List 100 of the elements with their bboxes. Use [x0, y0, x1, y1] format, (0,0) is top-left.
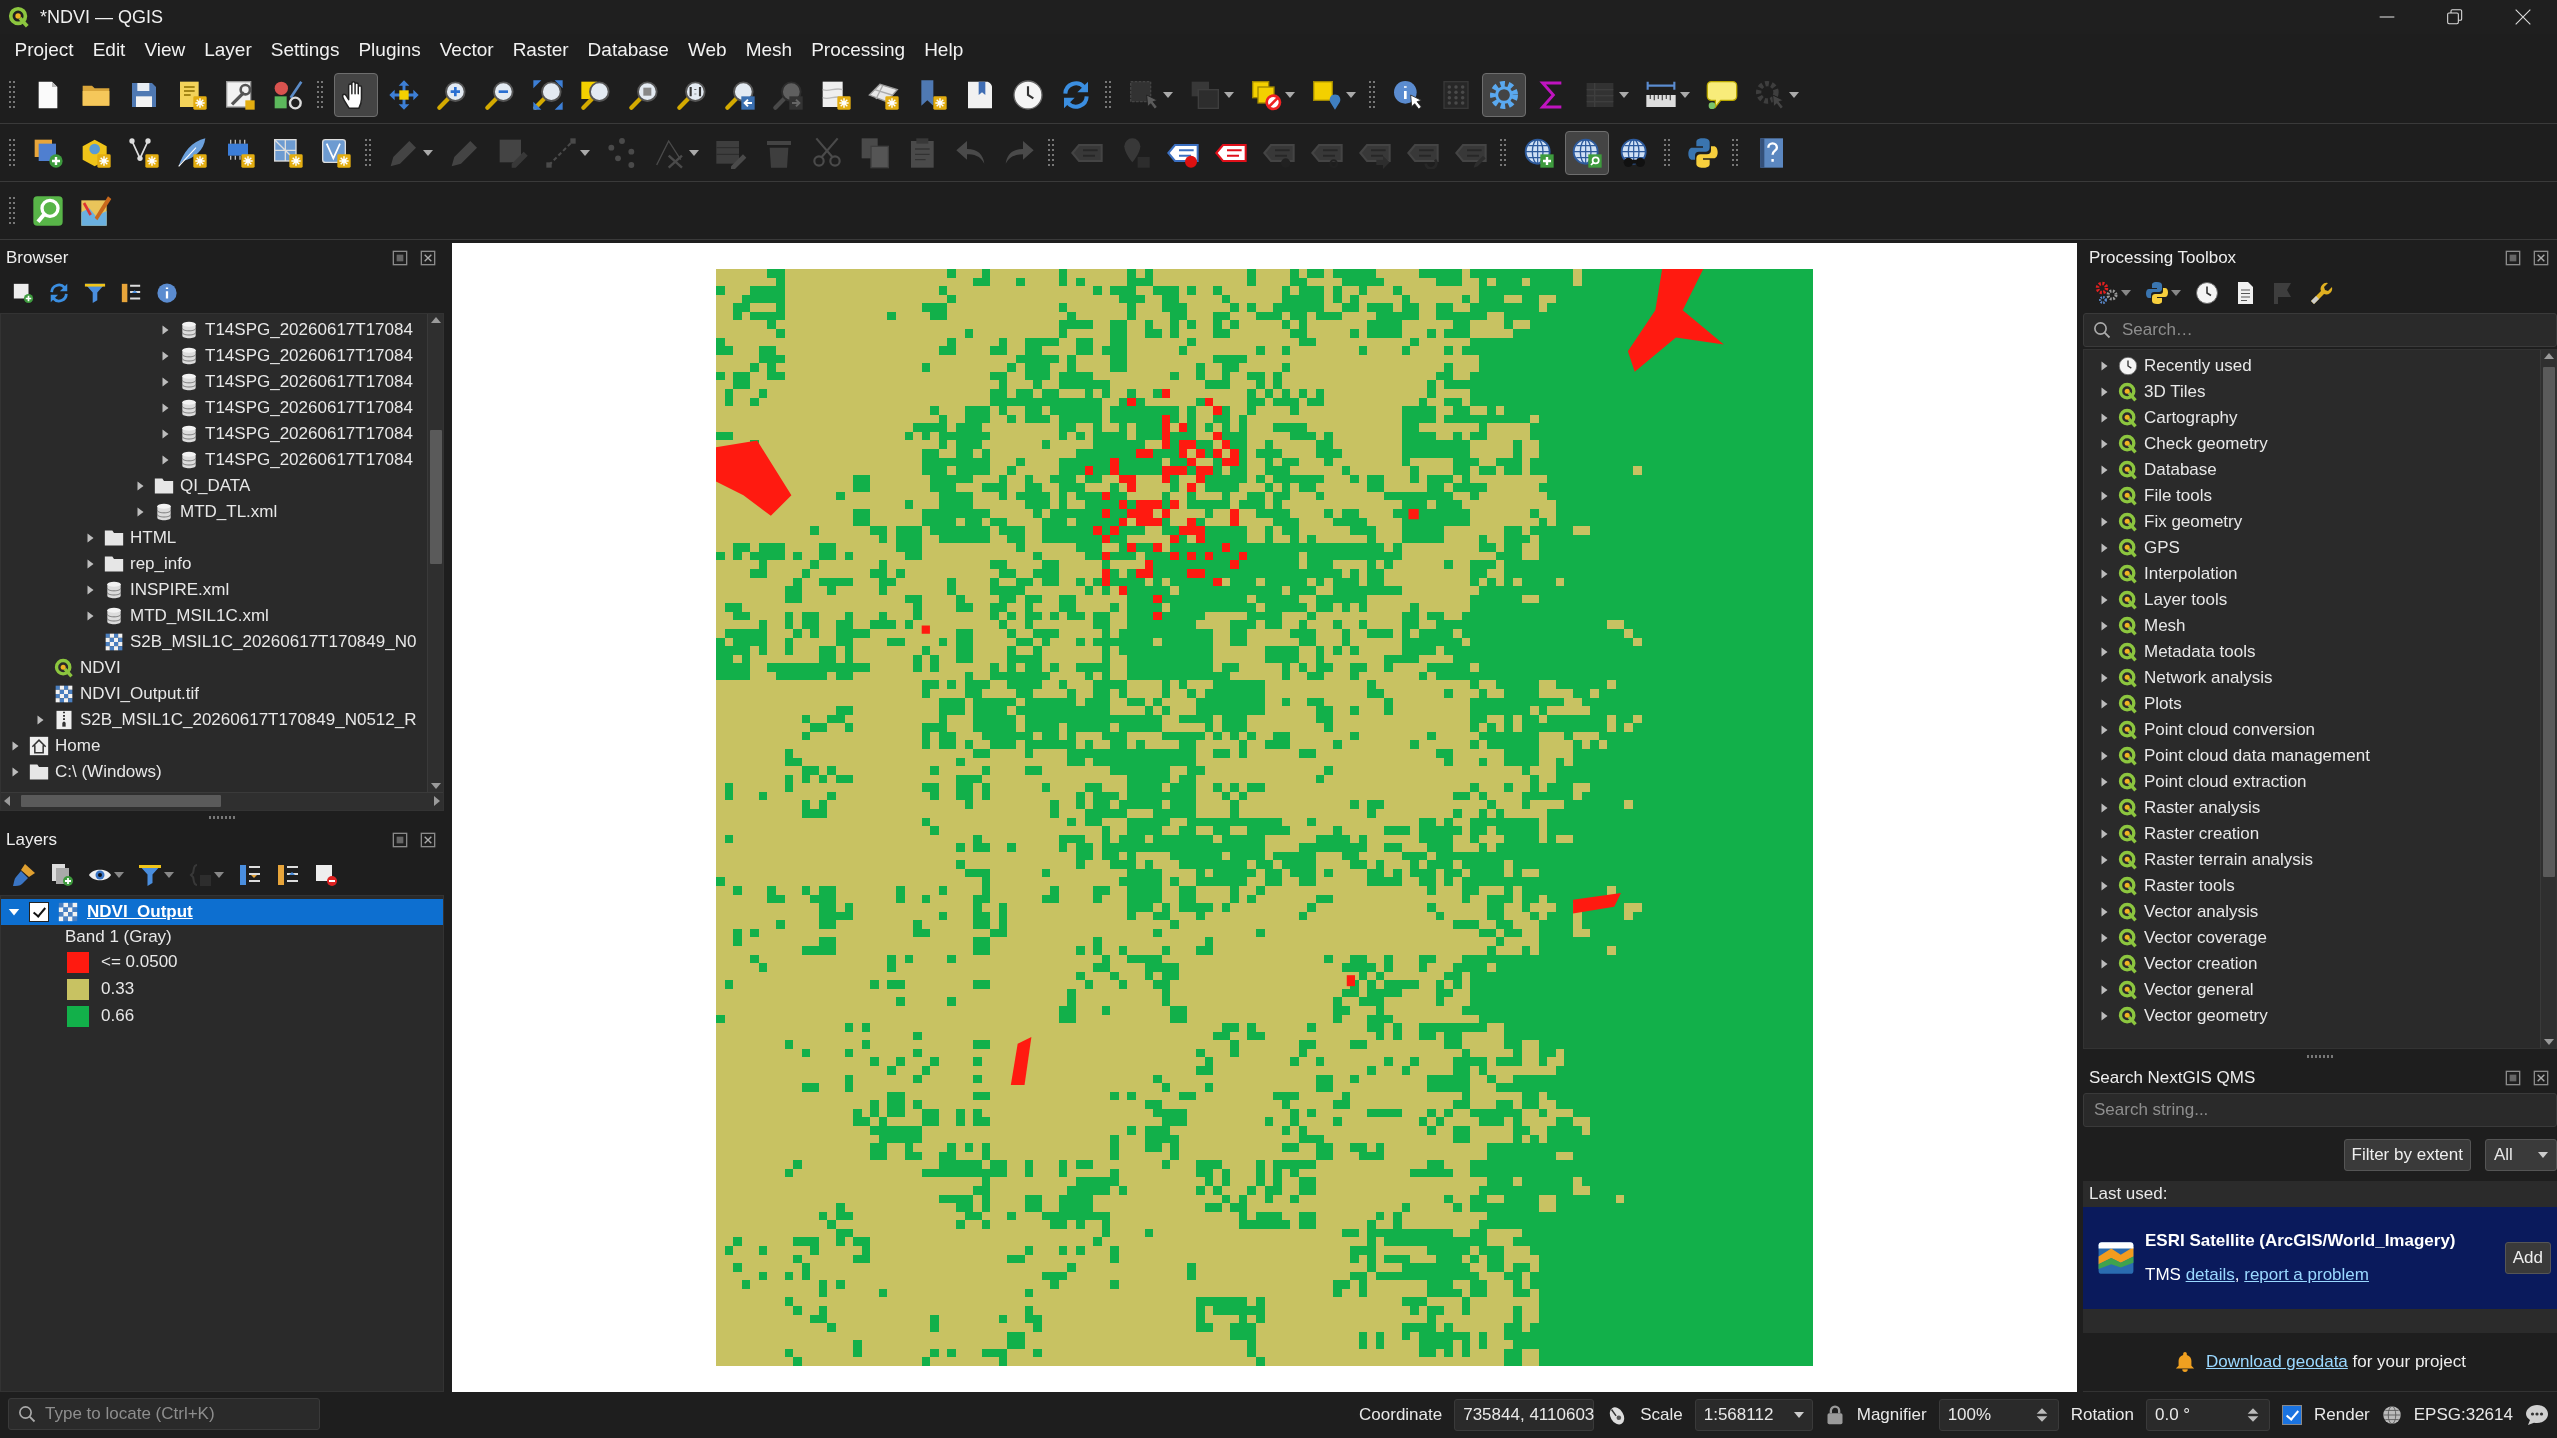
toolbox-item[interactable]: Vector creation — [2144, 954, 2258, 974]
expand-arrow-icon[interactable] — [2098, 984, 2110, 996]
expand-arrow-icon[interactable] — [2098, 1010, 2110, 1022]
toolbox-item[interactable]: Point cloud conversion — [2144, 720, 2316, 740]
scrollbar-thumb[interactable] — [21, 795, 221, 807]
expand-arrow-icon[interactable] — [2098, 646, 2110, 658]
report-problem-link[interactable]: report a problem — [2244, 1265, 2369, 1284]
expand-arrow-icon[interactable] — [2098, 750, 2110, 762]
expand-arrow-icon[interactable] — [9, 766, 21, 778]
grip-icon[interactable] — [317, 79, 323, 110]
menu-item[interactable]: View — [134, 37, 195, 63]
tree-item[interactable]: MTD_MSIL1C.xml — [130, 606, 269, 626]
toolbox-item[interactable]: Metadata tools — [2144, 642, 2256, 662]
expand-arrow-icon[interactable] — [159, 402, 171, 414]
expand-arrow-icon[interactable] — [2098, 724, 2110, 736]
tree-item[interactable]: T14SPG_20260617T17084 — [205, 346, 413, 366]
splitter-handle[interactable] — [2307, 1054, 2333, 1058]
vertical-scrollbar[interactable] — [427, 314, 443, 792]
horizontal-scrollbar[interactable] — [1, 791, 443, 810]
expand-arrow-icon[interactable] — [134, 480, 146, 492]
toolbox-item[interactable]: Raster analysis — [2144, 798, 2261, 818]
expand-arrow-icon[interactable] — [2098, 672, 2110, 684]
search-field[interactable]: Search… — [2083, 313, 2557, 347]
map-canvas[interactable] — [452, 243, 2077, 1392]
menu-item[interactable]: Edit — [83, 37, 135, 63]
details-link[interactable]: details — [2185, 1265, 2235, 1284]
scrollbar-thumb[interactable] — [429, 429, 442, 564]
expand-arrow-icon[interactable] — [84, 610, 96, 622]
tree-item[interactable]: NDVI — [80, 658, 121, 678]
toolbar-button[interactable] — [1565, 130, 1609, 175]
tree-item[interactable]: rep_info — [130, 554, 192, 574]
grip-icon[interactable] — [1500, 137, 1506, 168]
toolbox-item[interactable]: Cartography — [2144, 408, 2238, 428]
grip-icon[interactable] — [1048, 137, 1054, 168]
menu-item[interactable]: Settings — [261, 37, 349, 63]
expand-arrow-icon[interactable] — [2098, 542, 2110, 554]
tree-item[interactable]: T14SPG_20260617T17084 — [205, 450, 413, 470]
expand-arrow-icon[interactable] — [9, 740, 21, 752]
tree-item[interactable]: T14SPG_20260617T17084 — [205, 320, 413, 340]
tree-item[interactable]: S2B_MSIL1C_20260617T170849_N0512_R — [80, 710, 417, 730]
expand-arrow-icon[interactable] — [2098, 386, 2110, 398]
grip-icon[interactable] — [365, 137, 371, 168]
menu-item[interactable]: Layer — [194, 37, 262, 63]
spin-arrows-icon[interactable] — [2245, 1407, 2261, 1423]
tree-item[interactable]: Home — [55, 736, 101, 756]
toolbox-item[interactable]: Plots — [2144, 694, 2182, 714]
layer-row[interactable]: NDVI_Output — [1, 898, 443, 925]
expand-arrow-icon[interactable] — [2098, 360, 2110, 372]
float-panel-icon[interactable] — [392, 250, 408, 266]
float-panel-icon[interactable] — [2505, 250, 2521, 266]
toolbox-item[interactable]: GPS — [2144, 538, 2180, 558]
toolbox-item[interactable]: Point cloud data management — [2144, 746, 2370, 766]
toolbox-item[interactable]: Point cloud extraction — [2144, 772, 2307, 792]
toolbox-item[interactable]: File tools — [2144, 486, 2213, 506]
toolbox-item[interactable]: 3D Tiles — [2144, 382, 2206, 402]
menu-item[interactable]: Project — [5, 37, 84, 63]
download-geodata-link[interactable]: Download geodata — [2206, 1352, 2348, 1371]
toolbox-item[interactable]: Interpolation — [2144, 564, 2238, 584]
tree-item[interactable]: T14SPG_20260617T17084 — [205, 398, 413, 418]
add-button[interactable]: Add — [2504, 1242, 2551, 1274]
toolbox-item[interactable]: Vector analysis — [2144, 902, 2259, 922]
menu-item[interactable]: Raster — [503, 37, 579, 63]
expand-arrow-icon[interactable] — [134, 506, 146, 518]
toolbar-button[interactable] — [334, 72, 378, 117]
coordinate-field[interactable]: 735844, 4110603 — [1454, 1399, 1595, 1431]
vertical-scrollbar[interactable] — [2540, 350, 2556, 1048]
tree-item[interactable]: MTD_TL.xml — [180, 502, 278, 522]
tree-item[interactable]: T14SPG_20260617T17084 — [205, 424, 413, 444]
expand-arrow-icon[interactable] — [2098, 828, 2110, 840]
expand-arrow-icon[interactable] — [2098, 516, 2110, 528]
expand-arrow-icon[interactable] — [159, 428, 171, 440]
menu-item[interactable]: Help — [914, 37, 973, 63]
grip-icon[interactable] — [9, 79, 15, 110]
magnifier-field[interactable]: 100% — [1938, 1399, 2059, 1431]
menu-item[interactable]: Vector — [430, 37, 504, 63]
toolbox-item[interactable]: Vector geometry — [2144, 1006, 2268, 1026]
grip-icon[interactable] — [1664, 137, 1670, 168]
toolbox-item[interactable]: Raster terrain analysis — [2144, 850, 2314, 870]
toolbox-item[interactable]: Fix geometry — [2144, 512, 2243, 532]
rotation-field[interactable]: 0.0 ° — [2146, 1399, 2270, 1431]
grip-icon[interactable] — [1369, 79, 1375, 110]
splitter-handle[interactable] — [209, 816, 235, 819]
menu-item[interactable]: Database — [578, 37, 679, 63]
expand-arrow-icon[interactable] — [159, 324, 171, 336]
toolbox-item[interactable]: Vector coverage — [2144, 928, 2267, 948]
restore-icon[interactable] — [2447, 9, 2463, 25]
toolbox-item[interactable]: Check geometry — [2144, 434, 2268, 454]
close-icon[interactable] — [2533, 250, 2549, 266]
scrollbar-thumb[interactable] — [2542, 366, 2555, 877]
toolbox-item[interactable]: Layer tools — [2144, 590, 2228, 610]
checkbox[interactable] — [2282, 1405, 2302, 1425]
toolbox-item[interactable]: Raster creation — [2144, 824, 2260, 844]
expand-arrow-icon[interactable] — [2098, 438, 2110, 450]
crs-label[interactable]: EPSG:32614 — [2413, 1405, 2513, 1425]
float-panel-icon[interactable] — [2505, 1070, 2521, 1086]
grip-icon[interactable] — [1732, 137, 1738, 168]
menu-item[interactable]: Processing — [801, 37, 915, 63]
tree-item[interactable]: C:\ (Windows) — [55, 762, 162, 782]
expand-arrow-icon[interactable] — [84, 558, 96, 570]
toolbox-item[interactable]: Vector general — [2144, 980, 2254, 1000]
